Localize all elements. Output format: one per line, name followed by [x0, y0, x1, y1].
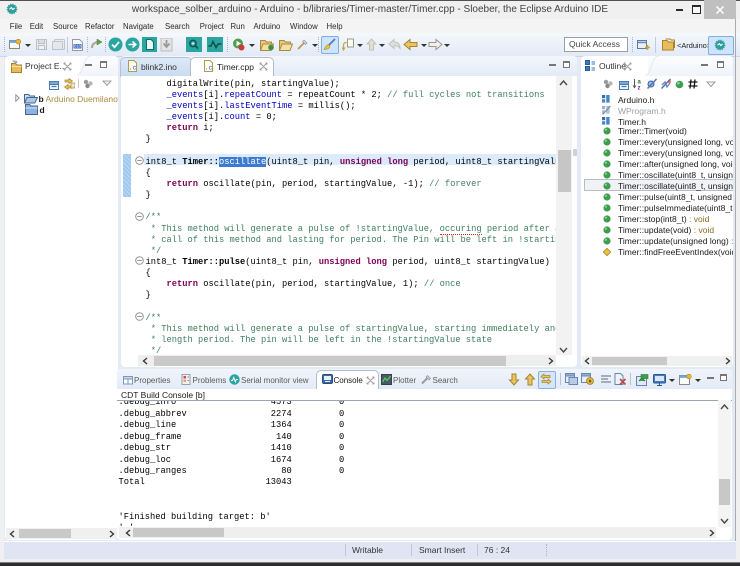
svg-text:s: s: [668, 79, 671, 85]
svg-text:010: 010: [74, 43, 82, 48]
svg-text:z: z: [638, 86, 641, 91]
svg-text:.c: .c: [205, 65, 213, 72]
svg-text:.c: .c: [129, 65, 137, 72]
